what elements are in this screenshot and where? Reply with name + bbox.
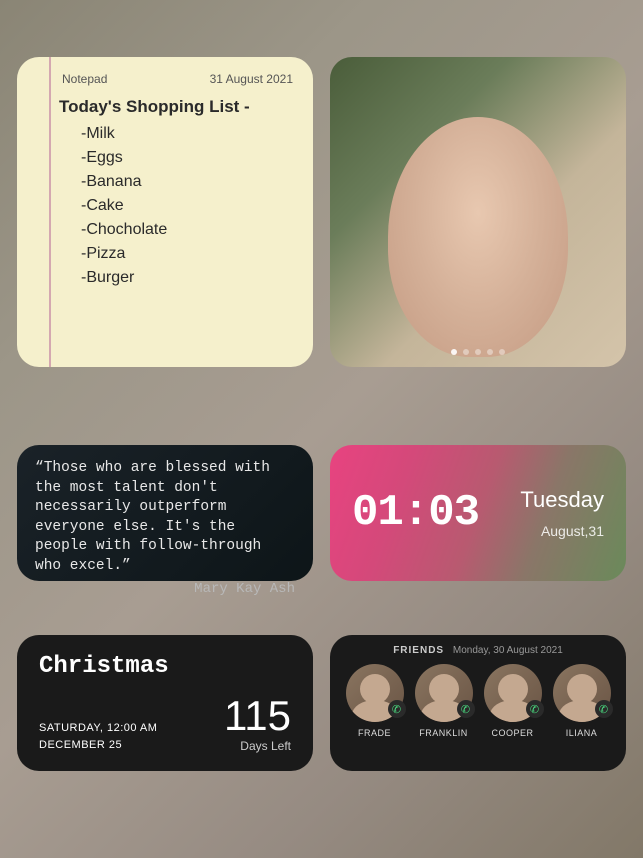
list-item: -Eggs — [59, 146, 313, 170]
clock-widget[interactable]: 01:03 Tuesday August,31 — [330, 445, 626, 581]
notepad-widget[interactable]: Notepad 31 August 2021 Today's Shopping … — [17, 57, 313, 367]
notepad-label: Notepad — [62, 72, 107, 86]
clock-time: 01:03 — [352, 488, 479, 538]
friends-widget[interactable]: FRIENDS Monday, 30 August 2021 ✆ FRADE ✆… — [330, 635, 626, 771]
countdown-label: Days Left — [224, 739, 291, 753]
phone-icon[interactable]: ✆ — [457, 700, 475, 718]
friend-name: COOPER — [491, 728, 533, 738]
friends-label: FRIENDS — [393, 645, 444, 656]
phone-icon[interactable]: ✆ — [595, 700, 613, 718]
page-dot[interactable] — [499, 349, 505, 355]
countdown-weekday: SATURDAY, 12:00 AM — [39, 720, 157, 737]
countdown-date: DECEMBER 25 — [39, 737, 157, 754]
friend-name: FRANKLIN — [419, 728, 468, 738]
page-indicator[interactable] — [451, 349, 505, 355]
friend-item[interactable]: ✆ FRANKLIN — [415, 664, 473, 738]
list-item: -Milk — [59, 122, 313, 146]
quote-text: “Those who are blessed with the most tal… — [35, 459, 295, 576]
list-item: -Chocholate — [59, 218, 313, 242]
page-dot[interactable] — [487, 349, 493, 355]
list-item: -Cake — [59, 194, 313, 218]
countdown-number: 115 — [224, 695, 291, 737]
notepad-date: 31 August 2021 — [210, 72, 293, 86]
clock-month: August,31 — [520, 523, 604, 539]
friend-item[interactable]: ✆ ILIANA — [553, 664, 611, 738]
page-dot[interactable] — [475, 349, 481, 355]
quote-author: Mary Kay Ash — [35, 580, 295, 599]
countdown-widget[interactable]: Christmas SATURDAY, 12:00 AM DECEMBER 25… — [17, 635, 313, 771]
clock-day: Tuesday — [520, 487, 604, 513]
phone-icon[interactable]: ✆ — [388, 700, 406, 718]
friends-header: FRIENDS Monday, 30 August 2021 — [342, 645, 614, 656]
photo-widget[interactable] — [330, 57, 626, 367]
quote-widget[interactable]: “Those who are blessed with the most tal… — [17, 445, 313, 581]
list-item: -Burger — [59, 266, 313, 290]
friend-item[interactable]: ✆ COOPER — [484, 664, 542, 738]
friends-date: Monday, 30 August 2021 — [453, 645, 563, 656]
notepad-title: Today's Shopping List - — [59, 94, 313, 120]
friend-item[interactable]: ✆ FRADE — [346, 664, 404, 738]
photo-image — [330, 57, 626, 367]
list-item: -Pizza — [59, 242, 313, 266]
phone-icon[interactable]: ✆ — [526, 700, 544, 718]
friend-name: FRADE — [358, 728, 391, 738]
page-dot[interactable] — [463, 349, 469, 355]
list-item: -Banana — [59, 170, 313, 194]
page-dot[interactable] — [451, 349, 457, 355]
countdown-title: Christmas — [39, 653, 291, 680]
friend-name: ILIANA — [566, 728, 598, 738]
